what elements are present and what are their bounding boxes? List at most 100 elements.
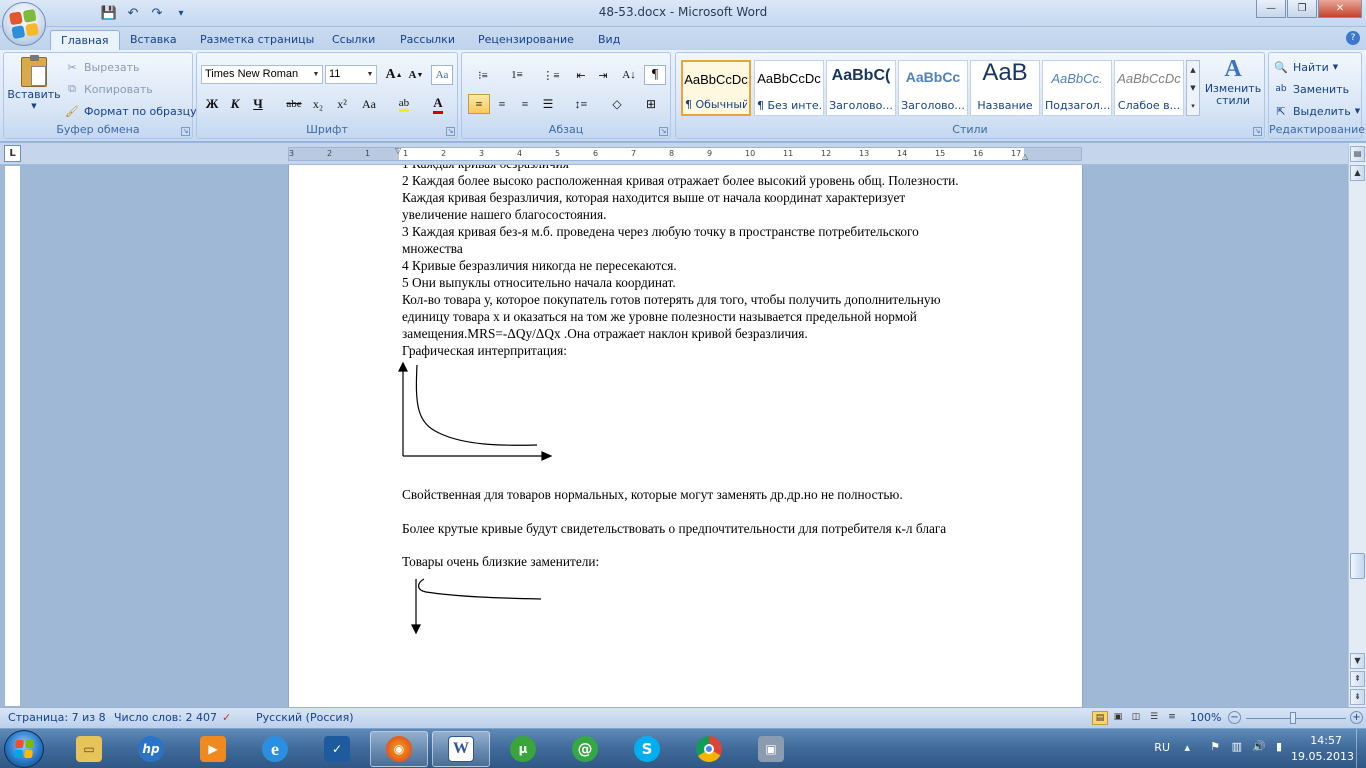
zoom-out-icon[interactable]: − xyxy=(1228,711,1241,724)
taskbar-agent[interactable]: @ xyxy=(556,731,614,767)
replace-button[interactable]: ab Заменить xyxy=(1273,79,1349,99)
taskbar-firefox[interactable]: ◉ xyxy=(370,731,428,767)
decrease-indent-button[interactable]: ⇤ xyxy=(570,65,592,85)
find-button[interactable]: 🔍 Найти ▼ xyxy=(1273,57,1338,77)
taskbar-utorrent[interactable]: µ xyxy=(494,731,552,767)
style-subtitle[interactable]: AaBbCc. Подзагол... xyxy=(1042,60,1112,116)
ruler-toggle-icon[interactable]: ▤ xyxy=(1350,146,1365,162)
bullets-button[interactable]: ⁝≡ xyxy=(468,65,498,85)
taskbar-word[interactable]: W xyxy=(432,731,490,767)
taskbar-app[interactable]: ✓ xyxy=(308,731,366,767)
zoom-level[interactable]: 100% xyxy=(1190,711,1221,724)
line-spacing-button[interactable]: ↕≡ xyxy=(566,94,596,114)
start-button[interactable] xyxy=(4,730,44,768)
multilevel-list-button[interactable]: ⋮≡ xyxy=(536,65,566,85)
show-desktop-button[interactable] xyxy=(1356,729,1366,768)
paste-button[interactable]: Вставить ▼ xyxy=(7,55,61,119)
draft-view-icon[interactable]: ≡ xyxy=(1164,711,1180,725)
taskbar-chrome[interactable] xyxy=(680,731,738,767)
tab-page-layout[interactable]: Разметка страницы xyxy=(190,30,324,50)
taskbar-hp[interactable]: hp xyxy=(122,731,180,767)
taskbar-media-player[interactable]: ▶ xyxy=(184,731,242,767)
close-button[interactable]: ✕ xyxy=(1318,0,1362,18)
taskbar-skype[interactable]: S xyxy=(618,731,676,767)
copy-button[interactable]: ⧉ Копировать xyxy=(64,79,153,99)
clear-format-button[interactable]: Aa xyxy=(431,65,453,85)
strikethrough-button[interactable]: abe xyxy=(283,94,305,114)
scroll-thumb[interactable] xyxy=(1350,553,1365,579)
align-left-button[interactable]: ≡ xyxy=(468,94,490,114)
underline-button[interactable]: Ч xyxy=(247,94,269,114)
bold-button[interactable]: Ж xyxy=(201,94,223,114)
tray-expand-icon[interactable]: ▴ xyxy=(1184,741,1190,754)
scroll-up-button[interactable]: ▲ xyxy=(1350,165,1365,181)
full-screen-view-icon[interactable]: ▣ xyxy=(1110,711,1126,725)
format-painter-button[interactable]: 🖌 Формат по образцу xyxy=(64,101,197,121)
numbering-button[interactable]: 1≡ xyxy=(502,65,532,85)
style-subtle-emphasis[interactable]: AaBbCcDc Слабое в... xyxy=(1114,60,1184,116)
align-center-button[interactable]: ≡ xyxy=(491,94,513,114)
next-page-button[interactable]: ⇟ xyxy=(1350,689,1365,705)
tab-references[interactable]: Ссылки xyxy=(322,30,385,50)
print-layout-view-icon[interactable]: ▤ xyxy=(1092,711,1108,725)
change-styles-button[interactable]: A Изменить стили xyxy=(1204,57,1262,119)
font-size-combo[interactable]: 11 ▼ xyxy=(325,65,377,84)
increase-indent-button[interactable]: ⇥ xyxy=(592,65,614,85)
tab-insert[interactable]: Вставка xyxy=(120,30,187,50)
style-heading-2[interactable]: AaBbCc Заголово... xyxy=(898,60,968,116)
word-count[interactable]: Число слов: 2 407 xyxy=(114,711,217,724)
font-color-button[interactable]: A xyxy=(423,94,453,114)
vertical-scrollbar[interactable]: ▤ ▲ ▼ ⇞ ⇟ xyxy=(1348,143,1366,707)
taskbar-explorer[interactable]: ▭ xyxy=(60,731,118,767)
style-normal[interactable]: AaBbCcDc ¶ Обычный xyxy=(681,60,751,116)
style-heading-1[interactable]: AaBbC( Заголово... xyxy=(826,60,896,116)
font-name-combo[interactable]: Times New Roman ▼ xyxy=(201,65,323,84)
previous-page-button[interactable]: ⇞ xyxy=(1350,671,1365,687)
indent-marker-icon[interactable]: ▽ xyxy=(395,146,401,155)
help-icon[interactable]: ? xyxy=(1346,31,1360,45)
scroll-down-button[interactable]: ▼ xyxy=(1350,653,1365,669)
grow-font-button[interactable]: A ▲ xyxy=(383,65,405,85)
maximize-button[interactable]: ❐ xyxy=(1287,0,1317,18)
align-right-button[interactable]: ≡ xyxy=(514,94,536,114)
shading-button[interactable]: ◇ xyxy=(602,94,632,114)
subscript-button[interactable]: x₂ xyxy=(307,94,329,114)
horizontal-ruler[interactable]: 3 2 1 1 2 3 4 5 6 7 8 9 10 11 12 13 14 15 16 17 ▽ △ xyxy=(288,146,1082,161)
zoom-slider-thumb[interactable] xyxy=(1290,712,1296,724)
zoom-in-icon[interactable]: + xyxy=(1350,711,1363,724)
shrink-font-button[interactable]: A ▼ xyxy=(405,65,427,85)
clock-date[interactable]: 19.05.2013 xyxy=(1291,750,1354,763)
clipboard-dialog-launcher[interactable]: ↘ xyxy=(181,127,190,136)
page-indicator[interactable]: Страница: 7 из 8 xyxy=(8,711,106,724)
tray-app-icon[interactable]: ▮ xyxy=(1276,740,1282,753)
minimize-button[interactable]: — xyxy=(1256,0,1286,18)
tab-view[interactable]: Вид xyxy=(588,30,630,50)
right-indent-icon[interactable]: △ xyxy=(1022,152,1028,161)
tab-mailings[interactable]: Рассылки xyxy=(390,30,465,50)
show-marks-button[interactable]: ¶ xyxy=(644,65,666,85)
font-dialog-launcher[interactable]: ↘ xyxy=(446,127,455,136)
clock-time[interactable]: 14:57 xyxy=(1310,734,1342,747)
styles-scroll[interactable]: ▲ ▼ ▾ xyxy=(1186,60,1200,116)
document-page[interactable]: 1 Каждая кривая безразличия 2 Каждая бол… xyxy=(288,165,1083,707)
highlight-button[interactable]: ab xyxy=(389,94,419,114)
select-button[interactable]: ⇱ Выделить ▼ xyxy=(1273,101,1360,121)
italic-button[interactable]: К xyxy=(224,94,246,114)
tab-review[interactable]: Рецензирование xyxy=(468,30,584,50)
language-indicator-tray[interactable]: RU xyxy=(1154,741,1170,754)
network-icon[interactable]: ▥ xyxy=(1232,740,1242,753)
superscript-button[interactable]: x² xyxy=(331,94,353,114)
office-button[interactable] xyxy=(2,2,46,46)
tab-selector[interactable]: L xyxy=(4,145,21,162)
justify-button[interactable]: ☰ xyxy=(537,94,559,114)
volume-icon[interactable]: 🔊 xyxy=(1252,740,1266,753)
proofing-icon[interactable]: ✓ xyxy=(222,711,231,724)
style-title[interactable]: AaB Название xyxy=(970,59,1040,116)
taskbar-scanner[interactable]: ▣ xyxy=(742,731,800,767)
zoom-slider[interactable] xyxy=(1246,718,1346,719)
styles-dialog-launcher[interactable]: ↘ xyxy=(1253,127,1262,136)
change-case-button[interactable]: Aa xyxy=(355,94,383,114)
web-layout-view-icon[interactable]: ◫ xyxy=(1128,711,1144,725)
paragraph-dialog-launcher[interactable]: ↘ xyxy=(659,127,668,136)
cut-button[interactable]: ✂ Вырезать xyxy=(64,57,139,77)
